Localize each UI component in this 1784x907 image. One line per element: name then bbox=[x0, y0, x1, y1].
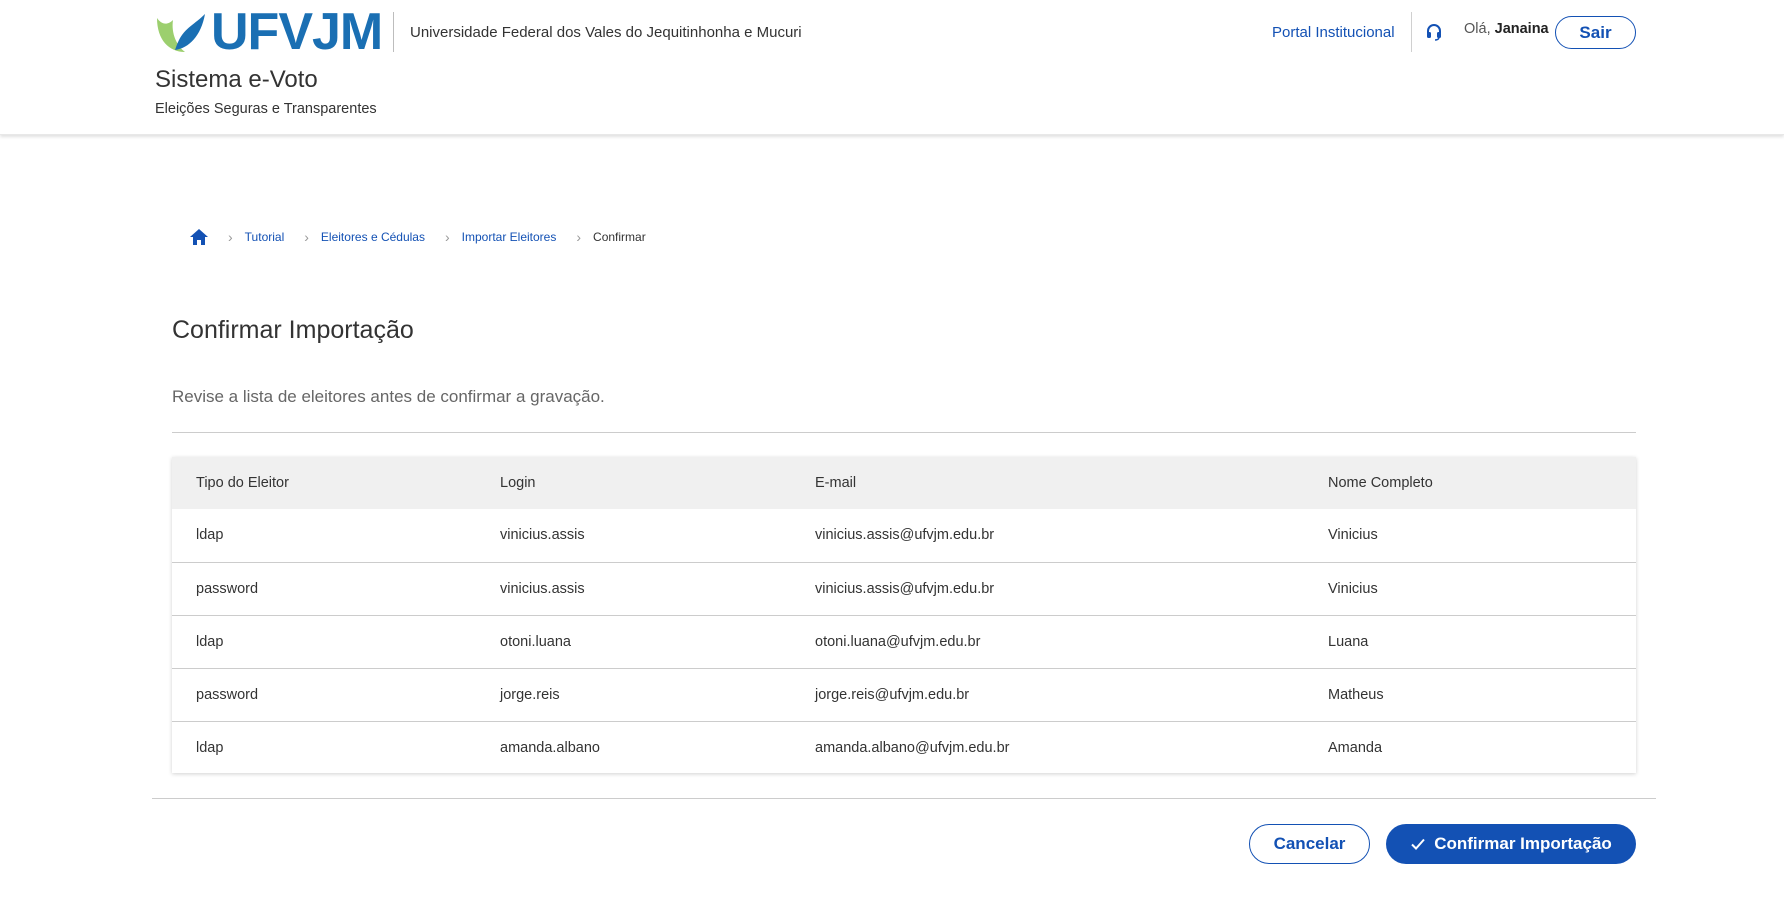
divider bbox=[152, 798, 1656, 799]
system-subtitle: Eleições Seguras e Transparentes bbox=[155, 101, 377, 117]
cell-login: vinicius.assis bbox=[500, 580, 585, 597]
voters-table-card: Tipo do Eleitor Login E-mail Nome Comple… bbox=[172, 457, 1636, 773]
breadcrumb-current: Confirmar bbox=[593, 230, 646, 244]
cell-tipo: password bbox=[196, 580, 259, 597]
page-intro: Revise a lista de eleitores antes de con… bbox=[172, 387, 605, 406]
breadcrumb-eleitores-cedulas[interactable]: Eleitores e Cédulas bbox=[321, 230, 425, 244]
cancel-button[interactable]: Cancelar bbox=[1249, 824, 1370, 864]
chevron-right-icon: › bbox=[576, 229, 582, 245]
user-greeting: Olá, Janaina bbox=[1464, 21, 1549, 37]
headset-icon[interactable] bbox=[1424, 22, 1444, 42]
home-icon[interactable] bbox=[188, 227, 210, 247]
cell-login: otoni.luana bbox=[500, 633, 571, 650]
voters-table: Tipo do Eleitor Login E-mail Nome Comple… bbox=[172, 457, 1636, 774]
site-header: UFVJM Universidade Federal dos Vales do … bbox=[0, 0, 1784, 135]
check-icon bbox=[1411, 838, 1425, 850]
column-header-tipo: Tipo do Eleitor bbox=[196, 475, 289, 491]
cell-nome: Vinicius bbox=[1328, 580, 1378, 597]
cell-nome: Luana bbox=[1328, 633, 1369, 650]
confirm-import-button[interactable]: Confirmar Importação bbox=[1386, 824, 1636, 864]
table-row: ldap vinicius.assis vinicius.assis@ufvjm… bbox=[172, 509, 1636, 562]
cell-login: jorge.reis bbox=[500, 686, 560, 703]
cell-tipo: ldap bbox=[196, 527, 224, 544]
logo-wordmark: UFVJM bbox=[211, 3, 383, 61]
cell-email: jorge.reis@ufvjm.edu.br bbox=[815, 686, 970, 703]
column-header-email: E-mail bbox=[815, 475, 857, 491]
greeting-prefix: Olá, bbox=[1464, 21, 1491, 37]
ufvjm-logo[interactable]: UFVJM bbox=[155, 3, 383, 61]
cell-nome: Amanda bbox=[1328, 739, 1383, 756]
page-title: Confirmar Importação bbox=[172, 316, 414, 344]
cell-login: amanda.albano bbox=[500, 739, 600, 756]
cell-email: vinicius.assis@ufvjm.edu.br bbox=[815, 580, 995, 597]
table-header-row: Tipo do Eleitor Login E-mail Nome Comple… bbox=[172, 457, 1636, 509]
breadcrumb-importar-eleitores[interactable]: Importar Eleitores bbox=[462, 230, 557, 244]
logout-button[interactable]: Sair bbox=[1555, 16, 1636, 49]
chevron-right-icon: › bbox=[304, 229, 309, 245]
table-row: password vinicius.assis vinicius.assis@u… bbox=[172, 562, 1636, 615]
breadcrumb: › Tutorial › Eleitores e Cédulas › Impor… bbox=[188, 225, 646, 249]
leaf-logo-icon bbox=[157, 14, 205, 52]
chevron-right-icon: › bbox=[444, 229, 450, 245]
chevron-right-icon: › bbox=[228, 229, 233, 245]
breadcrumb-tutorial[interactable]: Tutorial bbox=[245, 230, 285, 244]
column-header-nome: Nome Completo bbox=[1328, 475, 1433, 491]
cell-nome: Matheus bbox=[1328, 686, 1384, 703]
cell-email: vinicius.assis@ufvjm.edu.br bbox=[815, 527, 995, 544]
table-row: ldap otoni.luana otoni.luana@ufvjm.edu.b… bbox=[172, 615, 1636, 668]
cell-email: amanda.albano@ufvjm.edu.br bbox=[815, 739, 1010, 756]
table-row: password jorge.reis jorge.reis@ufvjm.edu… bbox=[172, 668, 1636, 721]
cell-tipo: password bbox=[196, 686, 259, 703]
cell-login: vinicius.assis bbox=[500, 527, 585, 544]
cell-tipo: ldap bbox=[196, 739, 224, 756]
header-divider bbox=[1411, 12, 1412, 52]
divider bbox=[172, 432, 1636, 433]
confirm-import-label: Confirmar Importação bbox=[1434, 834, 1612, 853]
university-name: Universidade Federal dos Vales do Jequit… bbox=[410, 24, 802, 41]
user-name: Janaina bbox=[1494, 21, 1549, 37]
cell-email: otoni.luana@ufvjm.edu.br bbox=[815, 633, 981, 650]
system-title: Sistema e-Voto bbox=[155, 66, 318, 93]
table-row: ldap amanda.albano amanda.albano@ufvjm.e… bbox=[172, 721, 1636, 774]
cell-tipo: ldap bbox=[196, 633, 224, 650]
logo-divider bbox=[393, 12, 394, 52]
column-header-login: Login bbox=[500, 475, 536, 491]
cell-nome: Vinicius bbox=[1328, 527, 1378, 544]
portal-institucional-link[interactable]: Portal Institucional bbox=[1272, 24, 1395, 41]
